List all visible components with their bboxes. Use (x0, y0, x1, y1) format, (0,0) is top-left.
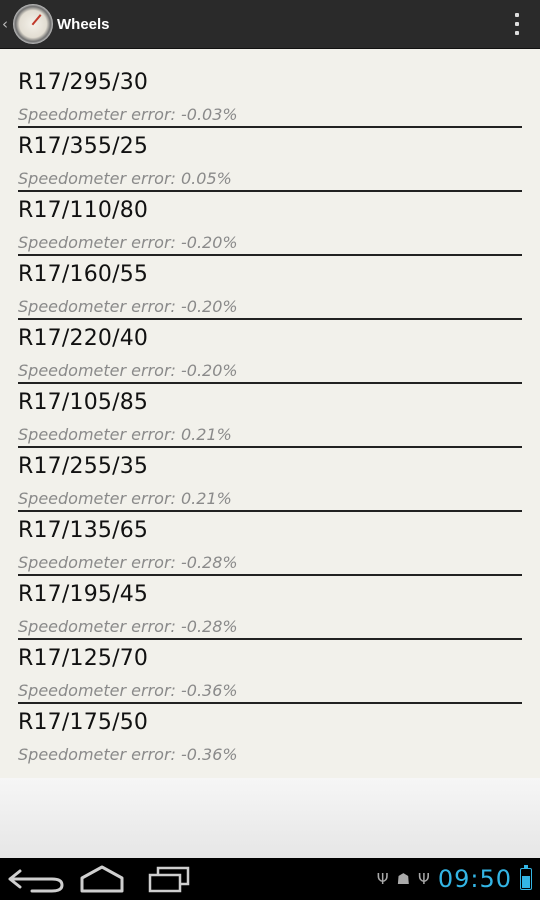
clock: 09:50 (437, 865, 512, 893)
wheel-size: R17/255/35 (18, 454, 149, 479)
empty-area (0, 778, 540, 858)
list-item[interactable]: R17/175/50 Speedometer error: -0.36% (18, 689, 522, 764)
action-bar: ‹ Wheels (0, 0, 540, 49)
list-item[interactable]: R17/220/40 Speedometer error: -0.20% (18, 305, 522, 384)
list-item[interactable]: R17/105/85 Speedometer error: 0.21% (18, 369, 522, 448)
speedometer-error: Speedometer error: -0.36% (18, 745, 238, 764)
list-item[interactable]: R17/295/30 Speedometer error: -0.03% (18, 49, 522, 128)
usb-icon: Ψ (418, 870, 430, 888)
overflow-dot (515, 13, 519, 17)
overflow-dot (515, 22, 519, 26)
recent-apps-icon[interactable] (146, 865, 192, 893)
home-icon[interactable] (78, 865, 126, 893)
list-item[interactable]: R17/135/65 Speedometer error: -0.28% (18, 497, 522, 576)
back-icon[interactable] (4, 865, 66, 893)
battery-icon (520, 865, 532, 890)
list-item[interactable]: R17/125/70 Speedometer error: -0.36% (18, 625, 522, 704)
wheel-size: R17/110/80 (18, 198, 149, 223)
list-item[interactable]: R17/160/55 Speedometer error: -0.20% (18, 241, 522, 320)
wheel-size: R17/160/55 (18, 262, 149, 287)
list-item[interactable]: R17/110/80 Speedometer error: -0.20% (18, 177, 522, 256)
wheel-size: R17/195/45 (18, 582, 149, 607)
android-debug-icon: ☗ (396, 870, 411, 888)
chevron-left-icon[interactable]: ‹ (2, 15, 12, 33)
wheel-size: R17/175/50 (18, 710, 149, 735)
overflow-dot (515, 31, 519, 35)
more-vertical-icon[interactable] (514, 13, 520, 35)
wheel-list[interactable]: R17/295/30 Speedometer error: -0.03% R17… (0, 49, 540, 778)
wheel-size: R17/125/70 (18, 646, 149, 671)
list-item[interactable]: R17/195/45 Speedometer error: -0.28% (18, 561, 522, 640)
wheel-size: R17/105/85 (18, 390, 149, 415)
wheel-size: R17/295/30 (18, 70, 149, 95)
page-title: Wheels (57, 15, 110, 33)
speedometer-needle (31, 14, 42, 26)
wheel-size: R17/135/65 (18, 518, 149, 543)
status-area: Ψ ☗ Ψ 09:50 (377, 865, 532, 893)
list-item[interactable]: R17/355/25 Speedometer error: 0.05% (18, 113, 522, 192)
usb-icon: Ψ (376, 870, 389, 888)
speedometer-icon[interactable] (13, 4, 53, 44)
list-item[interactable]: R17/255/35 Speedometer error: 0.21% (18, 433, 522, 512)
navigation-bar: Ψ ☗ Ψ 09:50 (0, 858, 540, 900)
wheel-size: R17/220/40 (18, 326, 149, 351)
wheel-size: R17/355/25 (18, 134, 149, 159)
